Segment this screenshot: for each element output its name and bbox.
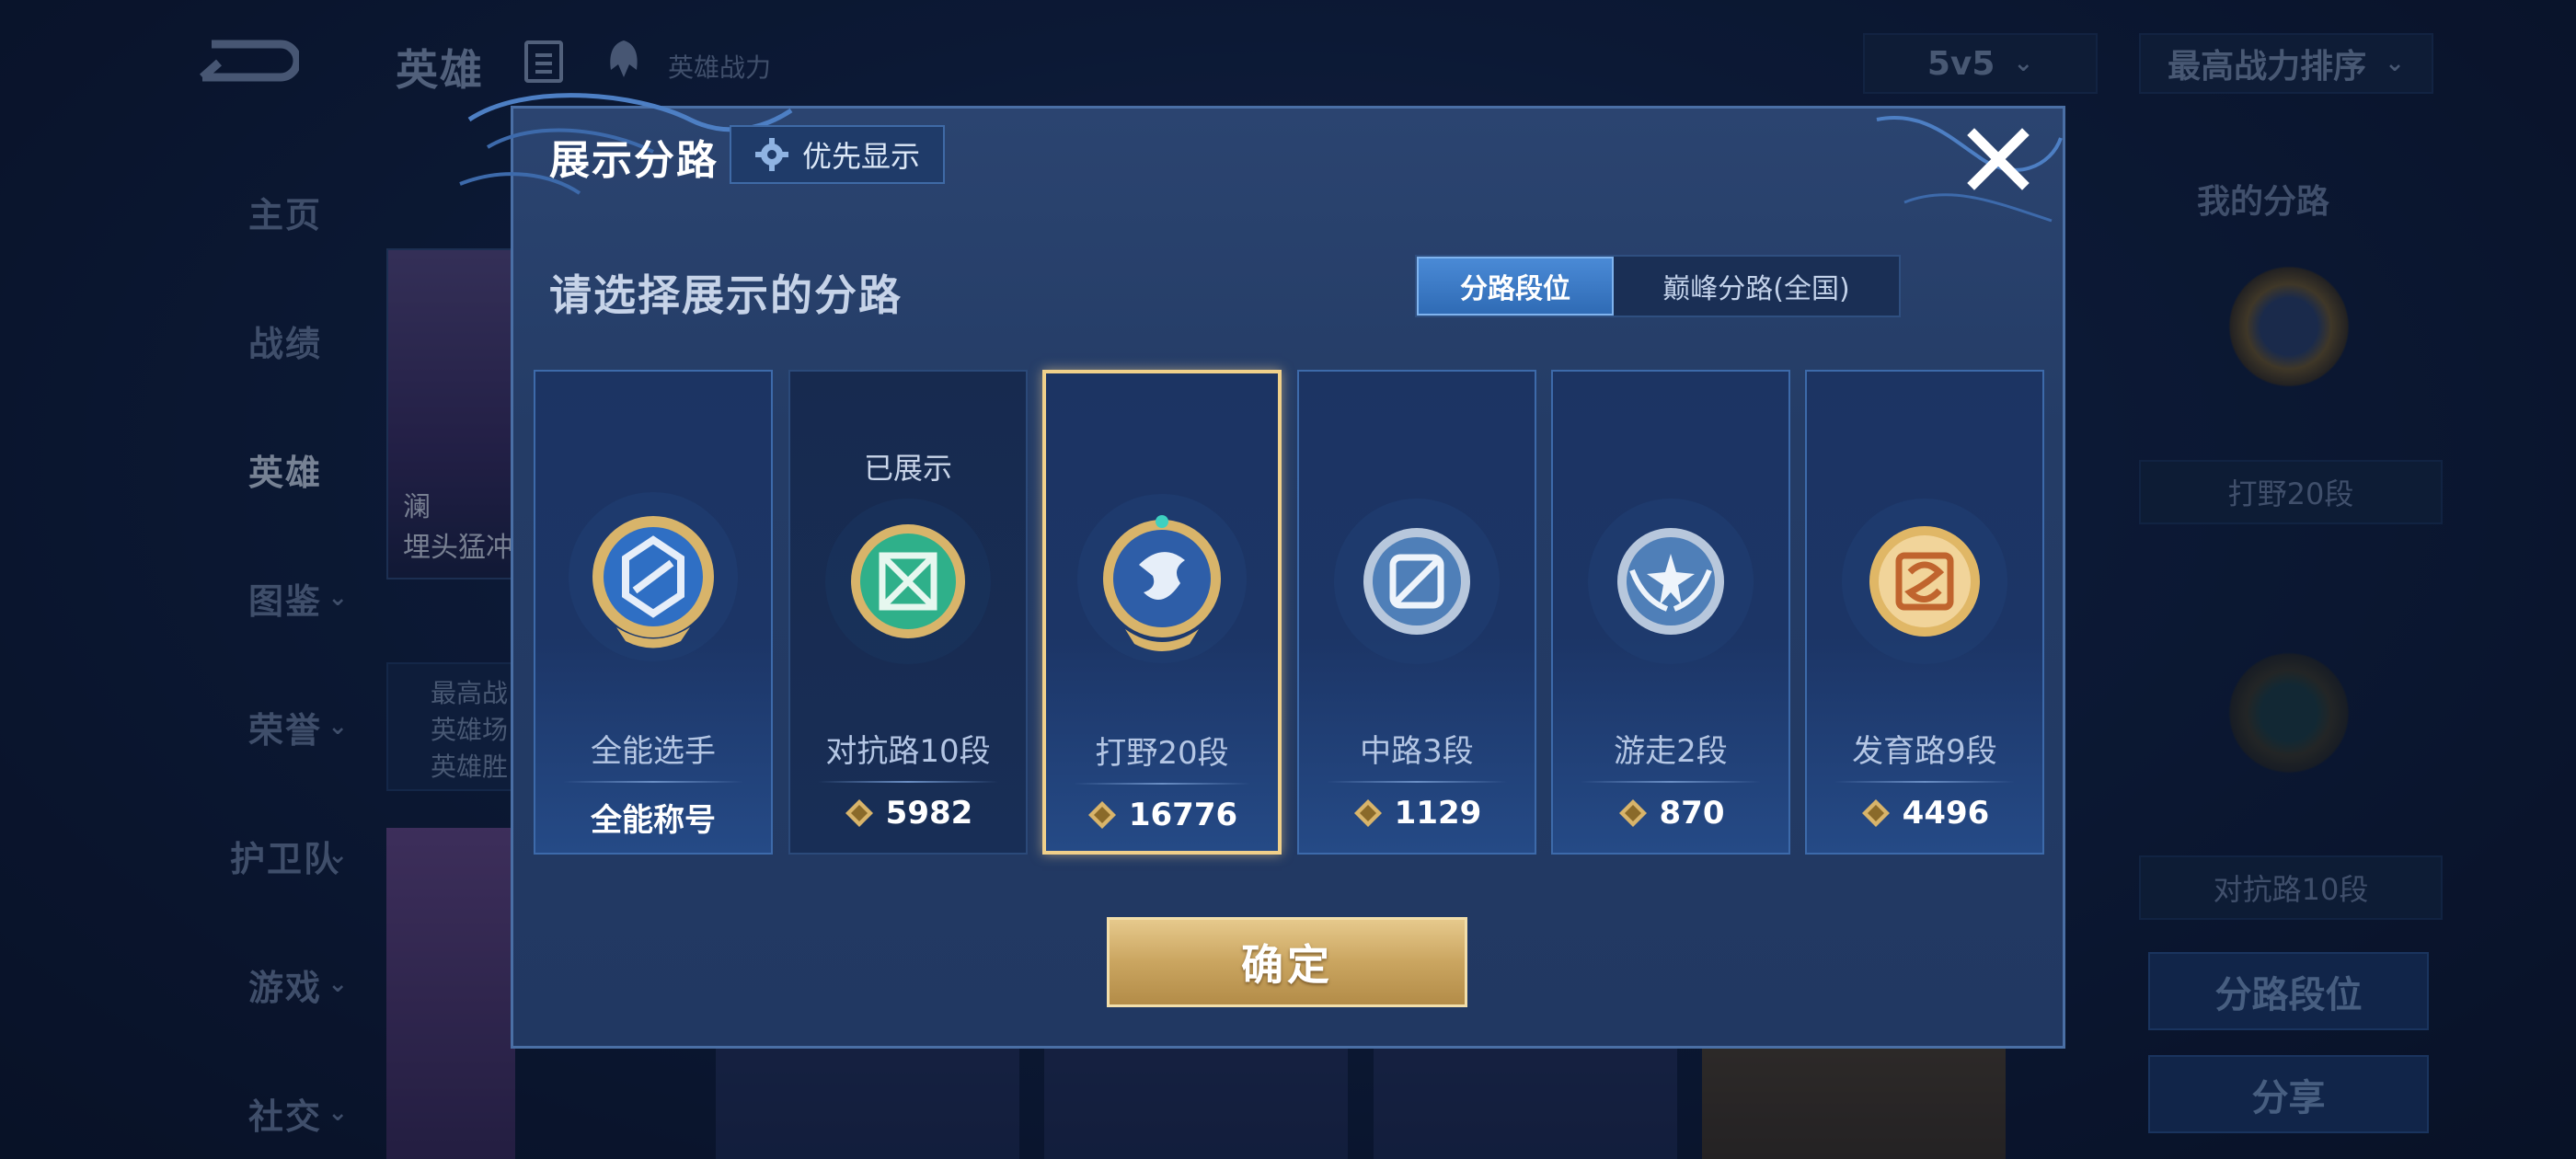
lane-card-footer: 5982 xyxy=(790,795,1026,832)
lane-score: 1129 xyxy=(1394,795,1482,832)
priority-display-button[interactable]: 优先显示 xyxy=(730,125,945,184)
lane-card-title: 全能称号 xyxy=(591,802,716,839)
tab-peak-lane[interactable]: 巅峰分路(全国) xyxy=(1614,257,1899,316)
lane-score: 870 xyxy=(1659,795,1725,832)
jungle-emblem-icon xyxy=(1077,494,1247,663)
lane-card-name: 中路3段 xyxy=(1360,733,1474,770)
mid-lane-emblem-icon xyxy=(1334,499,1500,664)
lane-card-footer: 16776 xyxy=(1046,797,1278,833)
lane-card-roam[interactable]: 游走2段 870 xyxy=(1551,370,1790,855)
power-diamond-icon xyxy=(845,799,873,827)
lane-card-name: 游走2段 xyxy=(1614,733,1728,770)
confirm-button[interactable]: 确定 xyxy=(1107,917,1467,1007)
power-diamond-icon xyxy=(1618,799,1647,827)
tab-lane-rank[interactable]: 分路段位 xyxy=(1417,257,1614,316)
lane-score: 16776 xyxy=(1128,797,1238,833)
gear-icon xyxy=(754,138,788,171)
lane-card-name: 发育路9段 xyxy=(1852,733,1997,770)
lane-card-jungle[interactable]: 打野20段 16776 xyxy=(1042,370,1282,855)
divider xyxy=(1074,783,1250,785)
close-icon[interactable] xyxy=(1961,122,2035,196)
lane-card-footer: 1129 xyxy=(1299,795,1535,832)
divider xyxy=(563,781,743,783)
power-diamond-icon xyxy=(1087,801,1116,829)
priority-display-label: 优先显示 xyxy=(801,139,920,174)
lane-card-clash-lane[interactable]: 已展示 对抗路10段 5982 xyxy=(788,370,1028,855)
lane-card-footer: 全能称号 xyxy=(535,795,771,840)
divider xyxy=(1581,781,1761,783)
divider xyxy=(818,781,998,783)
farm-lane-emblem-icon xyxy=(1842,499,2007,664)
dialog-title: 展示分路 xyxy=(549,137,719,184)
lane-card-name: 全能选手 xyxy=(591,733,716,770)
lane-card-farm-lane[interactable]: 发育路9段 4496 xyxy=(1805,370,2044,855)
lane-card-all-rounder[interactable]: 全能选手 全能称号 xyxy=(534,370,773,855)
all-rounder-emblem-icon xyxy=(569,492,738,661)
lane-card-footer: 4496 xyxy=(1807,795,2042,832)
lane-score: 5982 xyxy=(885,795,973,832)
clash-lane-emblem-icon xyxy=(825,499,991,664)
divider xyxy=(1327,781,1507,783)
shown-badge: 已展示 xyxy=(863,451,952,486)
dialog-subtitle: 请选择展示的分路 xyxy=(549,270,903,320)
power-diamond-icon xyxy=(1353,799,1382,827)
power-diamond-icon xyxy=(1861,799,1890,827)
confirm-label: 确定 xyxy=(1241,940,1333,990)
lane-card-footer: 870 xyxy=(1553,795,1788,832)
roam-emblem-icon xyxy=(1588,499,1754,664)
lane-card-name: 打野20段 xyxy=(1095,735,1229,772)
lane-card-mid-lane[interactable]: 中路3段 1129 xyxy=(1297,370,1536,855)
divider xyxy=(1834,781,2015,783)
lane-card-name: 对抗路10段 xyxy=(825,733,991,770)
lane-type-tabs: 分路段位 巅峰分路(全国) xyxy=(1415,255,1901,317)
lane-score: 4496 xyxy=(1902,795,1990,832)
